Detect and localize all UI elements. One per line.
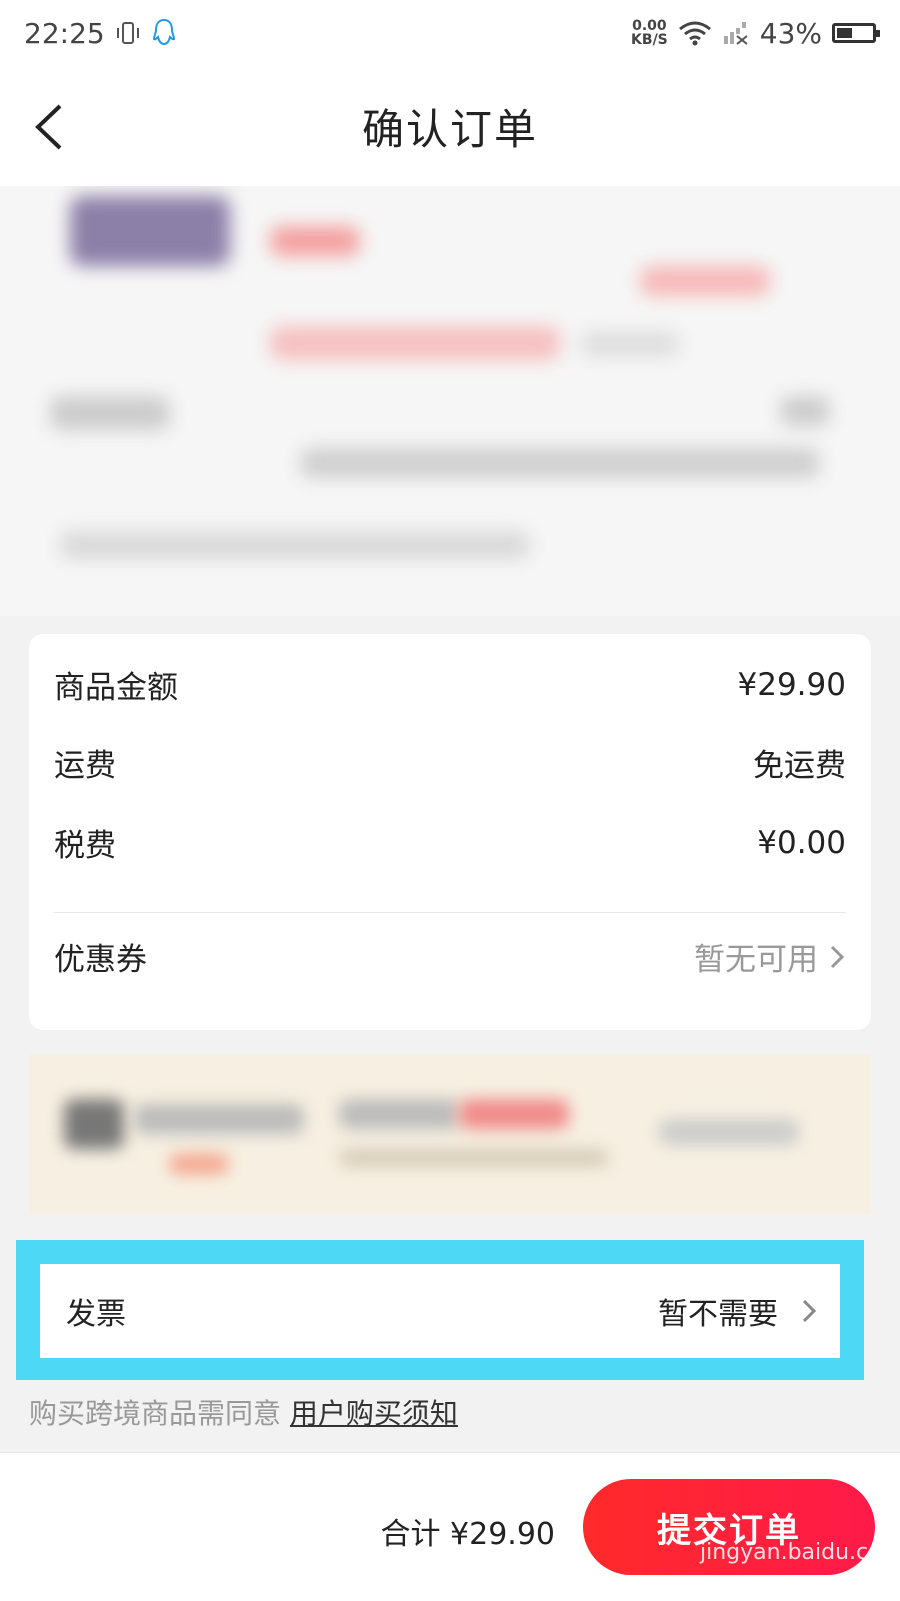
wifi-icon [678, 21, 711, 46]
blurred-options [300, 448, 820, 478]
notice-text: 购买跨境商品需同意 [29, 1397, 282, 1430]
status-bar: 22:25 0.00 KB/S 43% [0, 0, 900, 66]
price-row-label: 商品金额 [54, 670, 178, 706]
coupon-value: 暂无可用 [694, 942, 818, 978]
net-speed: 0.00 KB/S [631, 19, 668, 47]
vibrate-icon [116, 22, 139, 44]
signal-icon [723, 22, 748, 45]
price-row-label: 税费 [54, 828, 116, 864]
blurred-promo-text [134, 1104, 304, 1134]
nav-bar: 确认订单 [0, 66, 900, 186]
battery-icon [832, 23, 880, 43]
blurred-promo-action [659, 1119, 799, 1145]
status-time: 22:25 [24, 16, 105, 50]
blurred-promo-icon [64, 1099, 124, 1149]
price-row-goods: 商品金额 ¥29.90 [54, 662, 846, 707]
price-row-label: 运费 [54, 748, 116, 784]
status-right: 0.00 KB/S 43% [631, 16, 880, 50]
net-speed-unit: KB/S [631, 32, 668, 48]
chevron-right-icon [830, 945, 845, 968]
blurred-promo-tag [169, 1154, 229, 1174]
purchase-terms-link[interactable]: 用户购买须知 [290, 1397, 458, 1430]
qq-icon [152, 18, 175, 46]
divider [54, 912, 846, 913]
status-left: 22:25 [24, 17, 177, 50]
coupon-row[interactable]: 优惠券 暂无可用 [54, 934, 846, 979]
blurred-product-image [70, 196, 230, 266]
net-speed-value: 0.00 [632, 18, 667, 34]
blurred-count [780, 396, 830, 426]
blurred-promo [270, 326, 560, 360]
price-row-value: ¥29.90 [737, 666, 846, 703]
battery-fill [837, 28, 852, 38]
coupon-value-group: 暂无可用 [694, 934, 846, 979]
blurred-promo-subtext [339, 1149, 609, 1167]
blurred-footer [60, 531, 530, 559]
promo-banner-blurred[interactable] [29, 1054, 871, 1214]
blurred-label [50, 396, 170, 430]
bottom-bar: 合计 ¥29.90 提交订单 [0, 1452, 900, 1601]
back-arrow-icon[interactable] [26, 102, 76, 152]
invoice-label: 发票 [66, 1297, 126, 1332]
blurred-price [640, 266, 770, 296]
invoice-row[interactable]: 发票 暂不需要 [40, 1264, 840, 1358]
cross-border-notice: 购买跨境商品需同意 用户购买须知 [29, 1392, 458, 1432]
invoice-value-group: 暂不需要 [658, 1289, 818, 1333]
invoice-value: 暂不需要 [658, 1297, 778, 1332]
coupon-label: 优惠券 [54, 942, 147, 978]
blurred-tag [270, 226, 360, 256]
watermark-text: jingyan.baidu.com [700, 1540, 900, 1565]
chevron-right-icon [802, 1299, 817, 1323]
blurred-promo-text [339, 1099, 459, 1129]
page-title: 确认订单 [361, 104, 538, 154]
price-row-shipping: 运费 免运费 [54, 740, 846, 785]
price-row-value: ¥0.00 [757, 824, 846, 861]
product-card-blurred [0, 186, 900, 616]
blurred-promo-highlight [459, 1099, 569, 1129]
order-total: 合计 ¥29.90 [380, 1517, 555, 1552]
price-row-value: 免运费 [753, 748, 846, 784]
price-row-tax: 税费 ¥0.00 [54, 820, 846, 865]
blurred-text [580, 332, 680, 356]
battery-percent: 43% [759, 16, 822, 50]
price-summary-card: 商品金额 ¥29.90 运费 免运费 税费 ¥0.00 优惠券 暂无可用 [29, 634, 871, 1030]
